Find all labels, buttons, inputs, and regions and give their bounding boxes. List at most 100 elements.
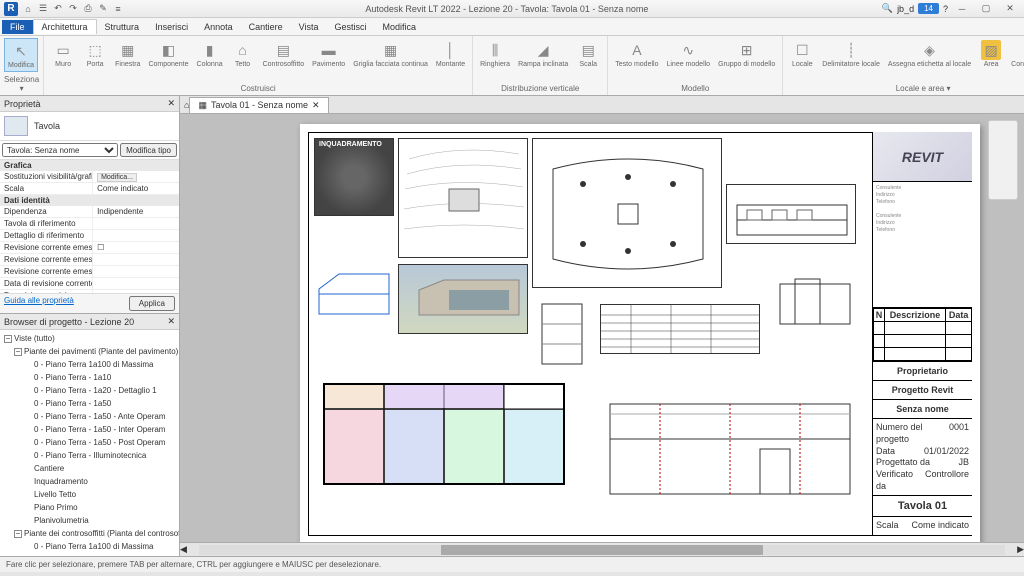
project-tree[interactable]: Viste (tutto)Piante dei pavimenti (Piant… [0, 330, 179, 556]
ribbon-controsoffitto[interactable]: ▤Controsoffitto [260, 38, 308, 70]
prop-row[interactable]: Tavola di riferimento [0, 218, 179, 230]
close-button[interactable]: ✕ [1000, 2, 1020, 16]
viewport-schedule[interactable] [600, 304, 760, 354]
close-tab-icon[interactable]: ✕ [312, 100, 320, 111]
tree-node[interactable]: Piante dei pavimenti (Piante del pavimen… [12, 345, 177, 358]
tree-node[interactable]: 0 - Piano Terra - 1a50 - Inter Operam [22, 423, 177, 436]
prop-row[interactable]: DipendenzaIndipendente [0, 206, 179, 218]
minimize-button[interactable]: ─ [952, 2, 972, 16]
tab-architettura[interactable]: Architettura [33, 19, 97, 34]
edit-type-button[interactable]: Modifica tipo [120, 143, 177, 157]
tree-node[interactable]: 0 - Piano Terra - 1a20 - Dettaglio 1 [22, 384, 177, 397]
viewport-elevation[interactable] [600, 364, 860, 514]
ribbon-finestra[interactable]: ▦Finestra [112, 38, 143, 70]
prop-value[interactable]: Indipendente [93, 206, 179, 217]
notification-badge[interactable]: 14 [918, 3, 939, 14]
ribbon-assegna-etichetta-al-locale[interactable]: ◈Assegna etichetta al locale [885, 38, 974, 70]
prop-value[interactable]: ☐ [93, 242, 179, 253]
help-icon[interactable]: ? [943, 4, 948, 14]
qat-home-icon[interactable]: ⌂ [22, 3, 34, 15]
tree-node[interactable]: Inquadramento [22, 475, 177, 488]
tree-node[interactable]: 0 - Piano Terra - 1a50 - Ante Operam [22, 410, 177, 423]
tree-node[interactable]: 0 - Piano Terra - Illuminotecnica [22, 449, 177, 462]
tree-node[interactable]: Piano Primo [22, 501, 177, 514]
tree-node[interactable]: Interrato [22, 553, 177, 556]
ribbon-linee-modello[interactable]: ∿Linee modello [663, 38, 713, 70]
ribbon-gruppo-di-modello[interactable]: ⊞Gruppo di modello [715, 38, 778, 70]
viewport-roofplan[interactable] [532, 138, 722, 288]
ribbon-ringhiera[interactable]: ⫼Ringhiera [477, 38, 513, 70]
prop-value[interactable]: Modifica... [93, 171, 179, 182]
properties-close-icon[interactable]: ✕ [167, 98, 175, 109]
ribbon-contorno-area[interactable]: ▢Contorno area [1008, 38, 1024, 70]
sheet[interactable]: INQUADRAMENTO [300, 124, 980, 542]
tab-modifica[interactable]: Modifica [375, 20, 425, 34]
qat-print-icon[interactable]: ⎙ [82, 3, 94, 15]
ribbon-tetto[interactable]: ⌂Tetto [228, 38, 258, 70]
properties-grid[interactable]: GraficaSostituzioni visibilità/graficaMo… [0, 160, 179, 293]
maximize-button[interactable]: ▢ [976, 2, 996, 16]
qat-open-icon[interactable]: ☰ [37, 3, 49, 15]
tab-annota[interactable]: Annota [196, 20, 241, 34]
prop-value[interactable]: Come indicato [93, 183, 179, 194]
navigation-bar[interactable] [988, 120, 1018, 200]
qat-menu-icon[interactable]: ≡ [112, 3, 124, 15]
prop-value[interactable] [93, 230, 179, 241]
prop-value[interactable] [93, 266, 179, 277]
prop-row[interactable]: Sostituzioni visibilità/graficaModifica.… [0, 171, 179, 183]
tree-node[interactable]: 0 - Piano Terra - 1a50 - Post Operam [22, 436, 177, 449]
prop-value[interactable] [93, 278, 179, 289]
prop-value[interactable] [93, 218, 179, 229]
viewport-floorplan[interactable] [314, 354, 574, 514]
ribbon-colonna[interactable]: ▮Colonna [194, 38, 226, 70]
ribbon-scala[interactable]: ▤Scala [573, 38, 603, 70]
prop-row[interactable]: Revisione corrente emessa... [0, 266, 179, 278]
document-tab[interactable]: ▦ Tavola 01 - Senza nome ✕ [189, 97, 328, 113]
ribbon-testo-modello[interactable]: ATesto modello [612, 38, 661, 70]
prop-row[interactable]: Data di revisione corrente [0, 278, 179, 290]
viewport-detail[interactable] [532, 294, 592, 374]
viewport-topo[interactable]: INQUADRAMENTO [314, 138, 394, 216]
viewport-siteplan[interactable] [398, 138, 528, 258]
prop-category[interactable]: Dati identità [0, 195, 179, 206]
tree-node[interactable]: 0 - Piano Terra 1a100 di Massima [22, 358, 177, 371]
ribbon-delimitatore-locale[interactable]: ┊Delimitatore locale [819, 38, 883, 70]
viewport-render[interactable] [398, 264, 528, 334]
viewport-3d-small[interactable] [770, 264, 860, 334]
tree-node[interactable]: 0 - Piano Terra - 1a10 [22, 371, 177, 384]
tab-inserisci[interactable]: Inserisci [147, 20, 196, 34]
scroll-right-icon[interactable]: ▶ [1017, 544, 1024, 555]
tree-node[interactable]: Cantiere [22, 462, 177, 475]
prop-category[interactable]: Grafica [0, 160, 179, 171]
ribbon-muro[interactable]: ▭Muro [48, 38, 78, 70]
tab-file[interactable]: File [2, 20, 33, 34]
ribbon-montante[interactable]: │Montante [433, 38, 468, 70]
ribbon-area[interactable]: ▨Area [976, 38, 1006, 70]
tree-node[interactable]: Viste (tutto) [2, 332, 177, 345]
ribbon-modifica[interactable]: ↖Modifica [4, 38, 38, 72]
ribbon-componente[interactable]: ◧Componente [145, 38, 191, 70]
properties-help-link[interactable]: Guida alle proprietà [4, 296, 74, 311]
qat-measure-icon[interactable]: ✎ [97, 3, 109, 15]
tree-node[interactable]: Planivolumetria [22, 514, 177, 527]
ribbon-rampa-inclinata[interactable]: ◢Rampa inclinata [515, 38, 571, 70]
instance-selector[interactable]: Tavola: Senza nome [2, 143, 118, 157]
tree-node[interactable]: 0 - Piano Terra - 1a50 [22, 397, 177, 410]
apply-button[interactable]: Applica [129, 296, 175, 311]
horizontal-scrollbar[interactable]: ◀ ▶ [180, 542, 1024, 556]
tab-cantiere[interactable]: Cantiere [241, 20, 291, 34]
browser-close-icon[interactable]: ✕ [167, 316, 175, 327]
prop-row[interactable]: Dettaglio di riferimento [0, 230, 179, 242]
prop-value[interactable] [93, 254, 179, 265]
drawing-canvas[interactable]: INQUADRAMENTO [180, 114, 1024, 542]
qat-undo-icon[interactable]: ↶ [52, 3, 64, 15]
viewport-elevation-sketch[interactable] [314, 264, 394, 334]
search-icon[interactable]: 🔍 [882, 3, 893, 14]
prop-row[interactable]: Revisione corrente emessa☐ [0, 242, 179, 254]
tab-struttura[interactable]: Struttura [97, 20, 148, 34]
tab-gestisci[interactable]: Gestisci [327, 20, 375, 34]
scroll-left-icon[interactable]: ◀ [180, 544, 187, 555]
prop-row[interactable]: ScalaCome indicato [0, 183, 179, 195]
tree-node[interactable]: 0 - Piano Terra 1a100 di Massima [22, 540, 177, 553]
scroll-thumb[interactable] [441, 545, 763, 555]
